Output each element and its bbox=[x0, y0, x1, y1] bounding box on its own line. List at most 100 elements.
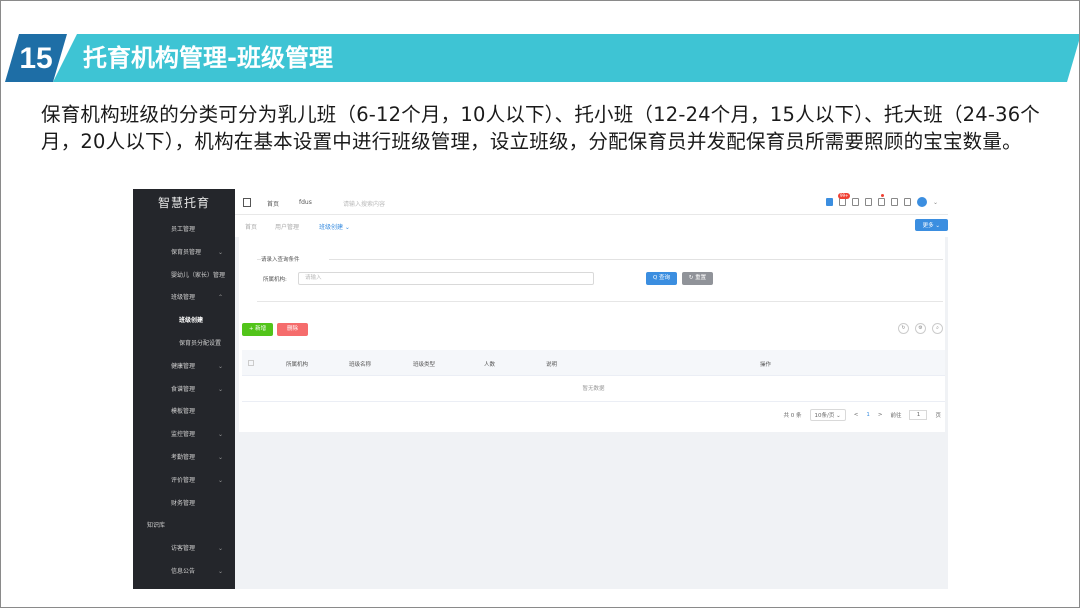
table-header: 所属机构 班级名称 班级类型 人数 说明 操作 bbox=[242, 350, 945, 376]
sidebar-item-label: 模板管理 bbox=[171, 408, 196, 416]
sidebar-item-label: 知识库 bbox=[147, 522, 166, 530]
sidebar-item-caregivers[interactable]: 保育员管理 ⌄ bbox=[133, 242, 235, 265]
sidebar-item-evaluation[interactable]: 评价管理 ⌄ bbox=[133, 470, 235, 493]
sidebar-item-monitoring[interactable]: 监控管理 ⌄ bbox=[133, 424, 235, 447]
breadcrumb-home[interactable]: 首页 bbox=[267, 199, 279, 208]
sidebar-item-class-create[interactable]: 班级创建 bbox=[133, 310, 235, 333]
notification-dot bbox=[880, 194, 884, 197]
chevron-down-icon: ⌄ bbox=[217, 431, 223, 439]
content-panel: 请录入查询条件 所属机构: 请输入 Q 查询 ↻ 重置 + 新增 删除 ↻ ⚙ … bbox=[239, 237, 945, 432]
pagination: 共 0 条 10条/页 ⌄ < 1 > 前往 1 页 bbox=[784, 409, 941, 421]
prev-page-button[interactable]: < bbox=[854, 412, 859, 418]
main-area: 首页 fdus 请输入搜索内容 99+ ⌄ 首页 用户管理 班级创建 ⌄ 更多 … bbox=[235, 189, 948, 589]
org-input[interactable]: 请输入 bbox=[298, 272, 594, 285]
query-title: 请录入查询条件 bbox=[261, 257, 300, 263]
table-tools: ↻ ⚙ ⌕ bbox=[898, 323, 943, 334]
topbar: 首页 fdus 请输入搜索内容 99+ ⌄ bbox=[235, 189, 948, 215]
divider bbox=[257, 301, 943, 302]
column-header: 操作 bbox=[760, 362, 772, 368]
slide-title: 托育机构管理-班级管理 bbox=[83, 44, 333, 72]
reset-button[interactable]: ↻ 重置 bbox=[682, 272, 713, 285]
tab-class-create[interactable]: 班级创建 ⌄ bbox=[319, 222, 350, 238]
sidebar-item-infants[interactable]: 婴幼儿（家长）管理 bbox=[133, 265, 235, 288]
sidebar-item-health[interactable]: 健康管理 ⌄ bbox=[133, 356, 235, 379]
tab-bar: 首页 用户管理 班级创建 ⌄ 更多 ⌄ bbox=[235, 215, 948, 238]
sidebar-item-label: 保育员管理 bbox=[171, 248, 202, 256]
app-logo: 智慧托育 bbox=[157, 196, 210, 210]
chevron-down-icon: ⌄ bbox=[217, 362, 223, 370]
notification-badge: 99+ bbox=[837, 193, 851, 199]
description-paragraph: 保育机构班级的分类可分为乳儿班（6-12个月，10人以下）、托小班（12-24个… bbox=[41, 103, 1041, 153]
divider bbox=[329, 259, 943, 260]
screen-icon[interactable] bbox=[864, 198, 872, 206]
column-header: 班级类型 bbox=[413, 362, 436, 368]
sidebar-item-label: 监控管理 bbox=[171, 431, 196, 439]
page-number[interactable]: 1 bbox=[866, 412, 870, 418]
tab-users[interactable]: 用户管理 bbox=[275, 222, 299, 231]
search-button[interactable]: Q 查询 bbox=[646, 272, 677, 285]
page-size-select[interactable]: 10条/页 ⌄ bbox=[809, 409, 846, 421]
column-header: 人数 bbox=[484, 362, 496, 368]
search-icon[interactable]: ⌕ bbox=[932, 323, 943, 334]
sidebar-item-label: 班级创建 bbox=[179, 317, 204, 325]
app-screenshot: 智慧托育 员工管理 保育员管理 ⌄ 婴幼儿（家长）管理 班级管理 ⌃ 班级创建 保育… bbox=[133, 189, 948, 589]
breadcrumb-current[interactable]: fdus bbox=[299, 199, 312, 206]
class-table: 所属机构 班级名称 班级类型 人数 说明 操作 暂无数据 bbox=[242, 350, 945, 402]
chevron-down-icon: ⌄ bbox=[217, 385, 223, 393]
message-icon[interactable]: 99+ bbox=[837, 193, 851, 206]
sidebar-item-announcements[interactable]: 信息公告 ⌄ bbox=[133, 561, 235, 584]
chevron-down-icon: ⌄ bbox=[217, 476, 223, 484]
fullscreen-icon[interactable] bbox=[903, 198, 911, 206]
search-input[interactable]: 请输入搜索内容 bbox=[343, 199, 385, 208]
app-icon[interactable] bbox=[825, 198, 833, 206]
settings-icon[interactable]: ⚙ bbox=[915, 323, 926, 334]
chevron-down-icon: ⌄ bbox=[217, 545, 223, 553]
chevron-down-icon: ⌄ bbox=[217, 567, 223, 575]
sidebar-item-label: 信息公告 bbox=[171, 567, 196, 575]
org-field-label: 所属机构: bbox=[263, 277, 287, 283]
slide: 15 托育机构管理-班级管理 保育机构班级的分类可分为乳儿班（6-12个月，10… bbox=[0, 0, 1080, 608]
sidebar-item-caregiver-assign[interactable]: 保育员分配设置 bbox=[133, 333, 235, 356]
avatar[interactable] bbox=[916, 197, 927, 207]
sidebar-item-templates[interactable]: 模板管理 bbox=[133, 401, 235, 424]
topbar-icons: 99+ ⌄ bbox=[825, 193, 938, 207]
sidebar-item-visitors[interactable]: 访客管理 ⌄ bbox=[133, 538, 235, 561]
sidebar-item-recipes[interactable]: 食谱管理 ⌄ bbox=[133, 379, 235, 402]
tab-home[interactable]: 首页 bbox=[245, 222, 257, 231]
goto-label: 前往 bbox=[890, 413, 902, 419]
sidebar-item-label: 婴幼儿（家长）管理 bbox=[171, 271, 226, 279]
sidebar-item-label: 食谱管理 bbox=[171, 385, 196, 393]
sidebar-item-label: 员工管理 bbox=[171, 226, 196, 233]
sidebar-item-label: 访客管理 bbox=[171, 545, 196, 553]
menu-toggle-icon[interactable] bbox=[243, 198, 251, 207]
header-banner: 15 托育机构管理-班级管理 bbox=[1, 34, 1080, 82]
refresh-icon[interactable]: ↻ bbox=[898, 323, 909, 334]
sidebar-item-staff[interactable]: 员工管理 bbox=[133, 219, 235, 242]
sidebar-item-classes[interactable]: 班级管理 ⌃ bbox=[133, 287, 235, 310]
column-header: 说明 bbox=[546, 362, 558, 368]
sidebar-item-knowledge[interactable]: 知识库 bbox=[133, 515, 235, 538]
document-icon[interactable] bbox=[851, 198, 859, 206]
chevron-down-icon: ⌄ bbox=[217, 248, 223, 256]
sidebar-item-label: 班级管理 bbox=[171, 294, 196, 302]
sidebar-item-finance[interactable]: 财务管理 bbox=[133, 493, 235, 516]
goto-input[interactable]: 1 bbox=[909, 410, 928, 420]
select-all-checkbox[interactable] bbox=[248, 360, 254, 366]
next-page-button[interactable]: > bbox=[878, 412, 883, 418]
bell-icon[interactable] bbox=[877, 194, 885, 206]
chevron-up-icon: ⌃ bbox=[217, 294, 223, 302]
delete-button[interactable]: 删除 bbox=[277, 323, 308, 336]
chevron-down-icon: ⌄ bbox=[217, 453, 223, 461]
sidebar-item-label: 评价管理 bbox=[171, 476, 196, 484]
column-header: 班级名称 bbox=[349, 362, 372, 368]
sidebar-item-attendance[interactable]: 考勤管理 ⌄ bbox=[133, 447, 235, 470]
settings-icon[interactable] bbox=[890, 198, 898, 206]
sidebar-item-label: 财务管理 bbox=[171, 499, 196, 507]
add-button[interactable]: + 新增 bbox=[242, 323, 273, 336]
total-count: 共 0 条 bbox=[783, 413, 802, 419]
goto-suffix: 页 bbox=[935, 413, 941, 419]
sidebar-item-label: 保育员分配设置 bbox=[179, 339, 222, 347]
chevron-down-icon[interactable]: ⌄ bbox=[933, 199, 938, 206]
sidebar: 智慧托育 员工管理 保育员管理 ⌄ 婴幼儿（家长）管理 班级管理 ⌃ 班级创建 保育… bbox=[133, 189, 235, 589]
more-button[interactable]: 更多 ⌄ bbox=[914, 219, 948, 231]
